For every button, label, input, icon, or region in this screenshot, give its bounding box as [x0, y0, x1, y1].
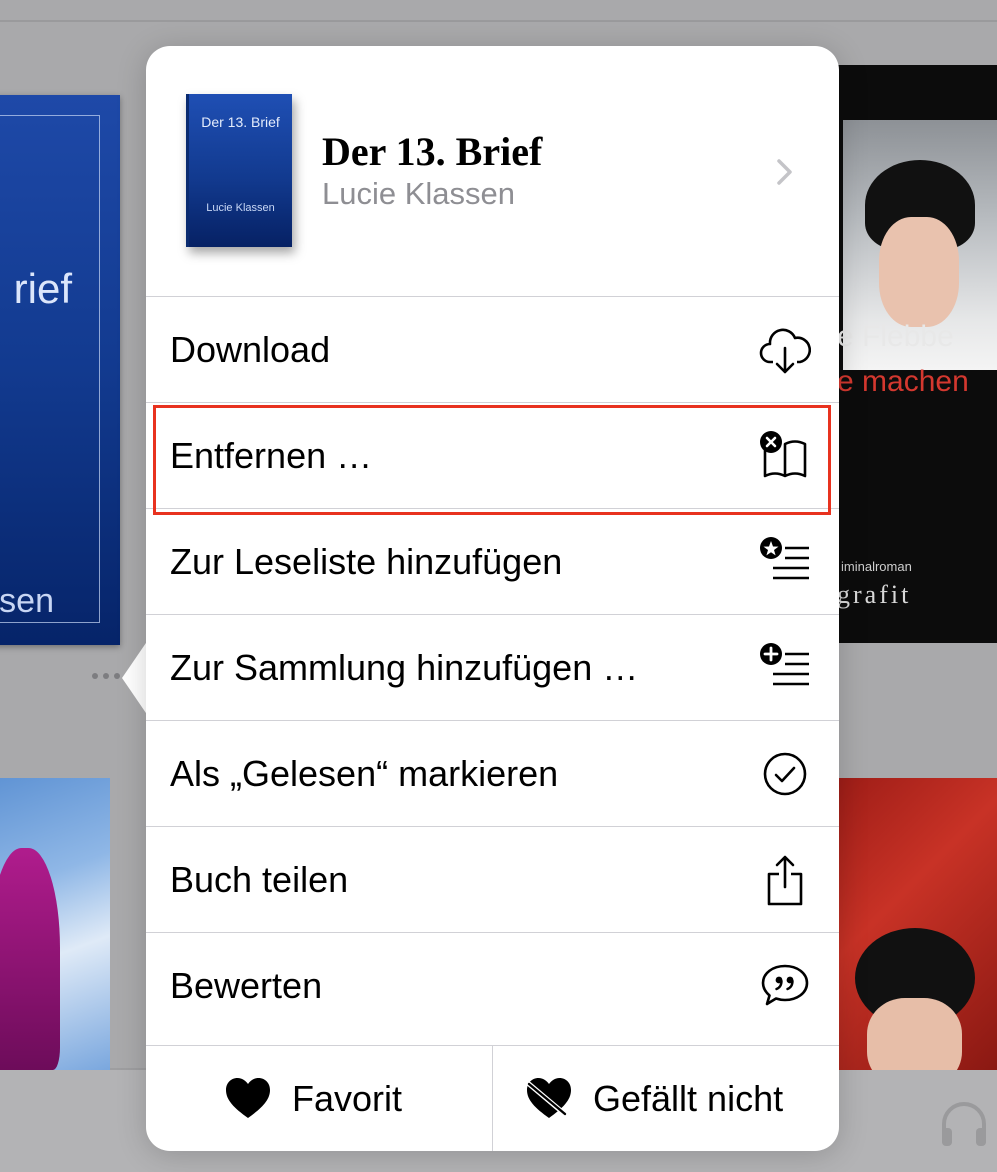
favorite-button[interactable]: Favorit — [146, 1046, 492, 1151]
share-icon — [767, 855, 803, 906]
menu-item-want-to-read[interactable]: Zur Leseliste hinzufügen — [146, 508, 839, 614]
cover-genre-fragment: iminalroman — [841, 559, 912, 574]
dislike-button[interactable]: Gefällt nicht — [492, 1046, 839, 1151]
menu-item-add-to-collection[interactable]: Zur Sammlung hinzufügen … — [146, 614, 839, 720]
book-header[interactable]: Der 13. Brief Lucie Klassen Der 13. Brie… — [146, 46, 839, 296]
cloud-download-icon — [759, 328, 811, 374]
want-to-read-icon — [760, 537, 809, 580]
cover-subtitle-fragment: e machen — [837, 365, 969, 398]
thumbnail-author: Lucie Klassen — [206, 202, 275, 214]
menu-item-label: Zur Sammlung hinzufügen … — [170, 647, 639, 688]
cover-photo-face — [867, 998, 962, 1070]
heart-icon — [226, 1078, 270, 1118]
menu-item-label: Als „Gelesen“ markieren — [170, 753, 559, 794]
favorite-label: Favorit — [292, 1078, 403, 1119]
dislike-label: Gefällt nicht — [593, 1078, 784, 1119]
book-cover-bottom-left[interactable] — [0, 778, 110, 1070]
cover-photo-face — [879, 217, 959, 327]
book-cover-right[interactable]: e Flebbe e machen iminalroman grafit — [837, 65, 997, 643]
top-divider — [0, 20, 997, 22]
dot — [114, 673, 120, 679]
book-cover-bottom-right[interactable] — [837, 778, 997, 1070]
dot — [103, 673, 109, 679]
menu-item-label: Entfernen … — [170, 435, 373, 476]
chevron-right-icon[interactable] — [772, 156, 796, 188]
more-options-button[interactable] — [86, 664, 126, 688]
checkmark-circle-icon — [763, 752, 807, 796]
popover-arrow — [122, 640, 148, 716]
headphones-icon — [942, 1102, 986, 1146]
menu-item-label: Buch teilen — [170, 859, 349, 900]
book-cover-left[interactable]: rief sen — [0, 95, 120, 645]
rating-actions: Favorit Gefällt nicht — [146, 1045, 839, 1151]
cover-publisher-fragment: grafit — [837, 580, 912, 609]
menu-item-label: Zur Leseliste hinzufügen — [170, 541, 563, 582]
menu-item-share-book[interactable]: Buch teilen — [146, 826, 839, 932]
menu-item-mark-as-read[interactable]: Als „Gelesen“ markieren — [146, 720, 839, 826]
cover-frame — [0, 115, 100, 623]
menu-item-remove[interactable]: Entfernen … — [146, 402, 839, 508]
book-thumbnail: Der 13. Brief Lucie Klassen — [186, 94, 292, 247]
book-title: Der 13. Brief — [322, 129, 543, 174]
add-to-collection-icon — [760, 643, 809, 686]
cover-gnome-figure — [0, 848, 60, 1070]
dot — [92, 673, 98, 679]
cover-author-fragment: e Flebbe — [837, 320, 954, 353]
broken-heart-icon — [526, 1078, 571, 1119]
menu-item-download[interactable]: Download — [146, 296, 839, 402]
book-context-menu: Der 13. Brief Lucie Klassen Der 13. Brie… — [146, 46, 839, 1151]
menu-item-rate[interactable]: Bewerten — [146, 932, 839, 1038]
book-author: Lucie Klassen — [322, 176, 516, 211]
cover-title-fragment: rief — [13, 265, 72, 312]
speech-bubble-icon — [761, 964, 809, 1006]
cover-author-fragment: sen — [0, 582, 54, 620]
menu-item-label: Bewerten — [170, 965, 323, 1006]
remove-book-icon — [760, 431, 807, 478]
thumbnail-title: Der 13. Brief — [201, 114, 280, 130]
menu-item-label: Download — [170, 329, 331, 370]
